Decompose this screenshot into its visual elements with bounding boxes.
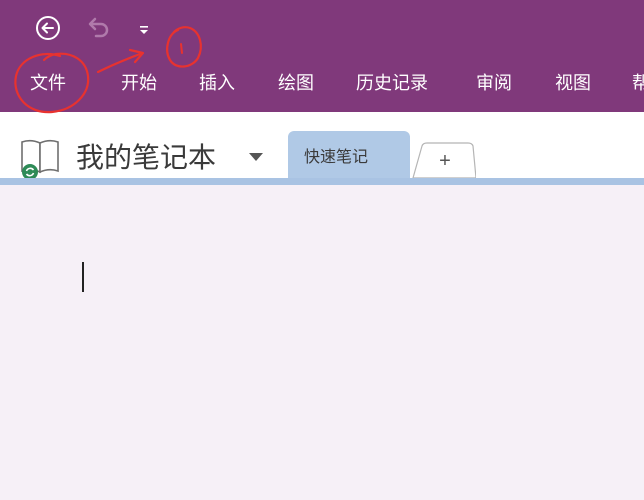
text-cursor (82, 262, 84, 292)
section-tab-label: 快速笔记 (304, 147, 369, 166)
tab-file[interactable]: 文件 (30, 70, 66, 98)
section-strip (0, 178, 644, 185)
tab-review[interactable]: 审阅 (476, 70, 512, 98)
tab-help[interactable]: 帮 (632, 70, 644, 98)
customize-quick-access-button[interactable] (136, 20, 152, 40)
tab-draw[interactable]: 绘图 (278, 70, 314, 98)
undo-icon (88, 17, 109, 38)
customize-quick-access-icon (140, 26, 148, 34)
onenote-window: 文件 开始 插入 绘图 历史记录 审阅 视图 帮 我的笔记本 快速笔记 + (0, 0, 644, 500)
add-section-label: + (439, 150, 451, 172)
notebook-sync-icon[interactable] (18, 136, 64, 182)
caret-down-icon[interactable] (247, 150, 265, 164)
page-canvas[interactable] (0, 185, 644, 500)
notebook-title[interactable]: 我的笔记本 (76, 136, 216, 176)
tab-home[interactable]: 开始 (121, 70, 157, 98)
back-arrow-circle-icon (36, 16, 60, 40)
tab-insert[interactable]: 插入 (199, 70, 235, 98)
section-tab-quick-notes[interactable]: 快速笔记 (288, 131, 410, 178)
tab-history[interactable]: 历史记录 (356, 70, 428, 98)
tab-view[interactable]: 视图 (555, 70, 591, 98)
undo-button[interactable] (82, 14, 112, 42)
add-section-button[interactable]: + (412, 140, 476, 178)
ribbon: 文件 开始 插入 绘图 历史记录 审阅 视图 帮 (0, 0, 644, 112)
back-button[interactable] (34, 14, 62, 42)
